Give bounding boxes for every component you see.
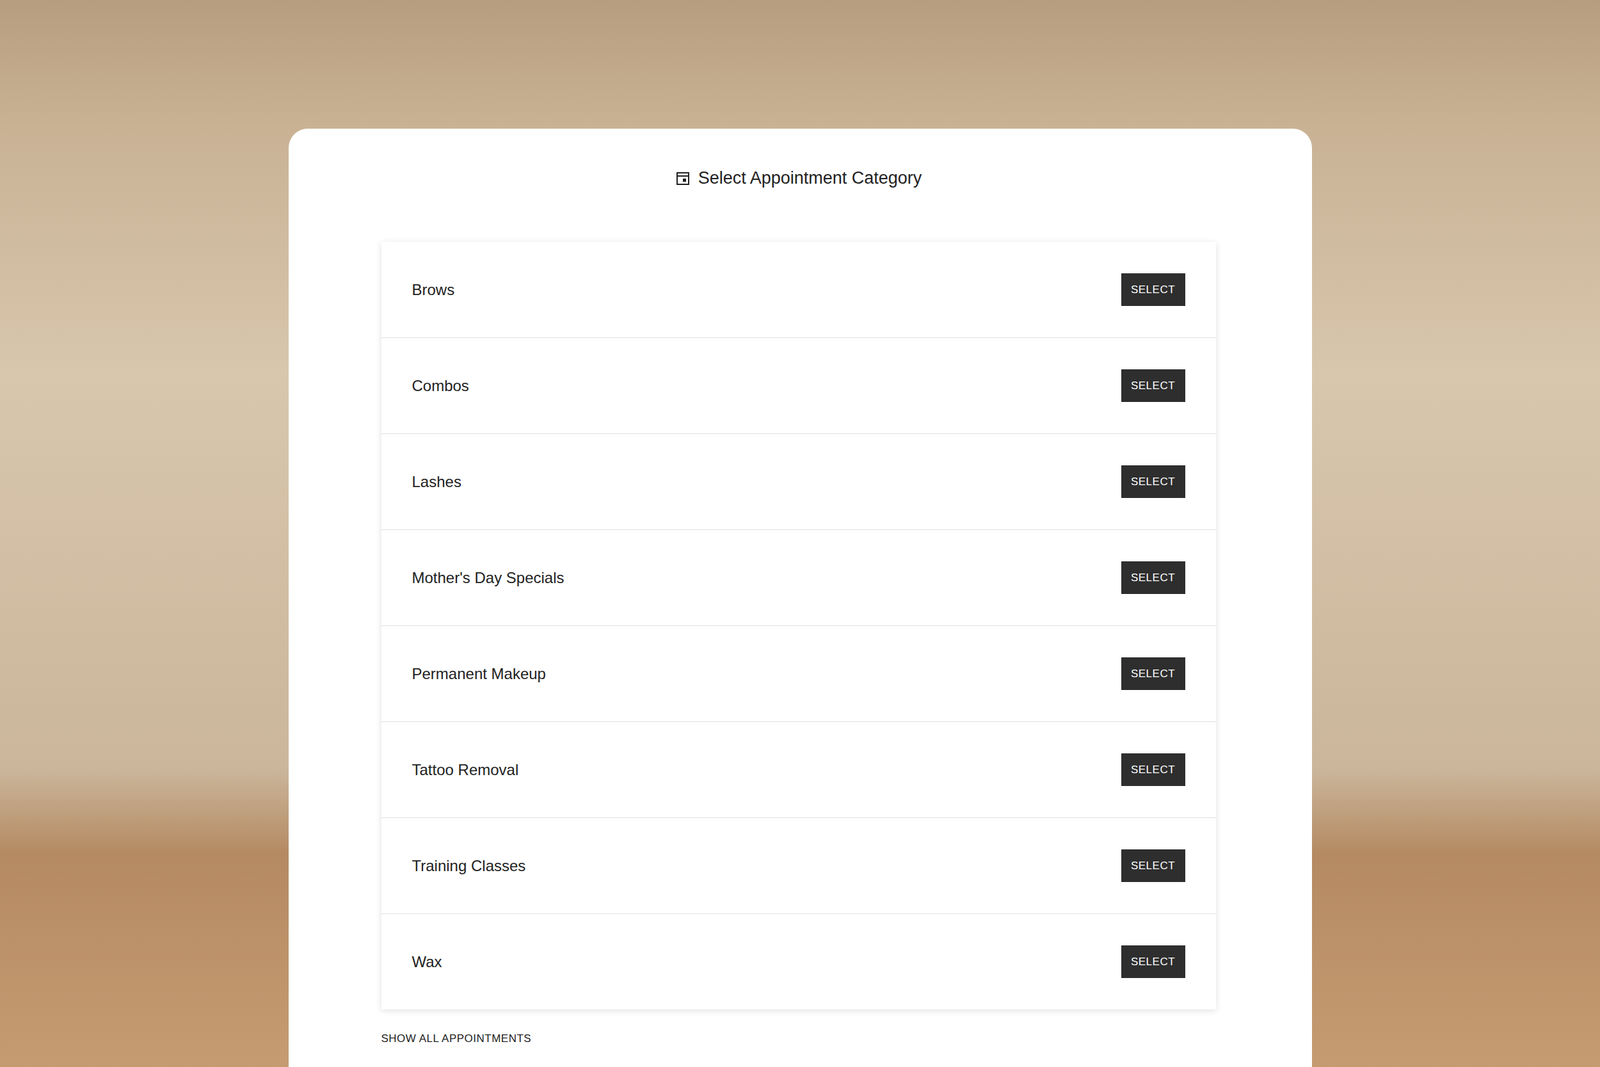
background-photo: Select Appointment CategoryBrowsSELECTCo… [0,0,1600,1067]
booking-card: Select Appointment CategoryBrowsSELECTCo… [288,128,1312,1067]
category-label: Lashes [412,472,462,491]
select-button[interactable]: SELECT [1121,561,1186,594]
category-label: Wax [412,952,443,971]
category-row: Tattoo Removal SELECT [381,721,1216,818]
select-button[interactable]: SELECT [1121,849,1186,882]
category-row: Wax SELECT [381,913,1216,1010]
select-button[interactable]: SELECT [1121,369,1186,402]
show-all-link[interactable]: SHOW ALL APPOINTMENTS [381,1032,1216,1046]
category-label: Training Classes [412,856,527,875]
select-button[interactable]: SELECT [1121,465,1186,498]
category-list: BrowsSELECTCombosSELECTLashesSELECTMothe… [381,241,1216,1010]
card-title: Select Appointment Category [698,168,923,189]
category-label: Brows [412,280,456,299]
category-row: Permanent Makeup SELECT [381,625,1216,722]
category-row: Training Classes SELECT [381,817,1216,914]
category-row: Combos SELECT [381,337,1216,434]
select-button[interactable]: SELECT [1121,657,1186,690]
select-button[interactable]: SELECT [1121,753,1186,786]
calendar-icon [675,170,691,187]
select-button[interactable]: SELECT [1121,945,1186,978]
category-label: Tattoo Removal [412,760,520,779]
card-header: Select Appointment Category [381,168,1216,189]
select-button[interactable]: SELECT [1121,273,1186,306]
category-row: Brows SELECT [381,241,1216,338]
category-label: Combos [412,376,470,395]
category-label: Permanent Makeup [412,664,546,683]
category-row: Lashes SELECT [381,433,1216,530]
category-label: Mother's Day Specials [412,568,565,587]
category-row: Mother's Day Specials SELECT [381,529,1216,626]
